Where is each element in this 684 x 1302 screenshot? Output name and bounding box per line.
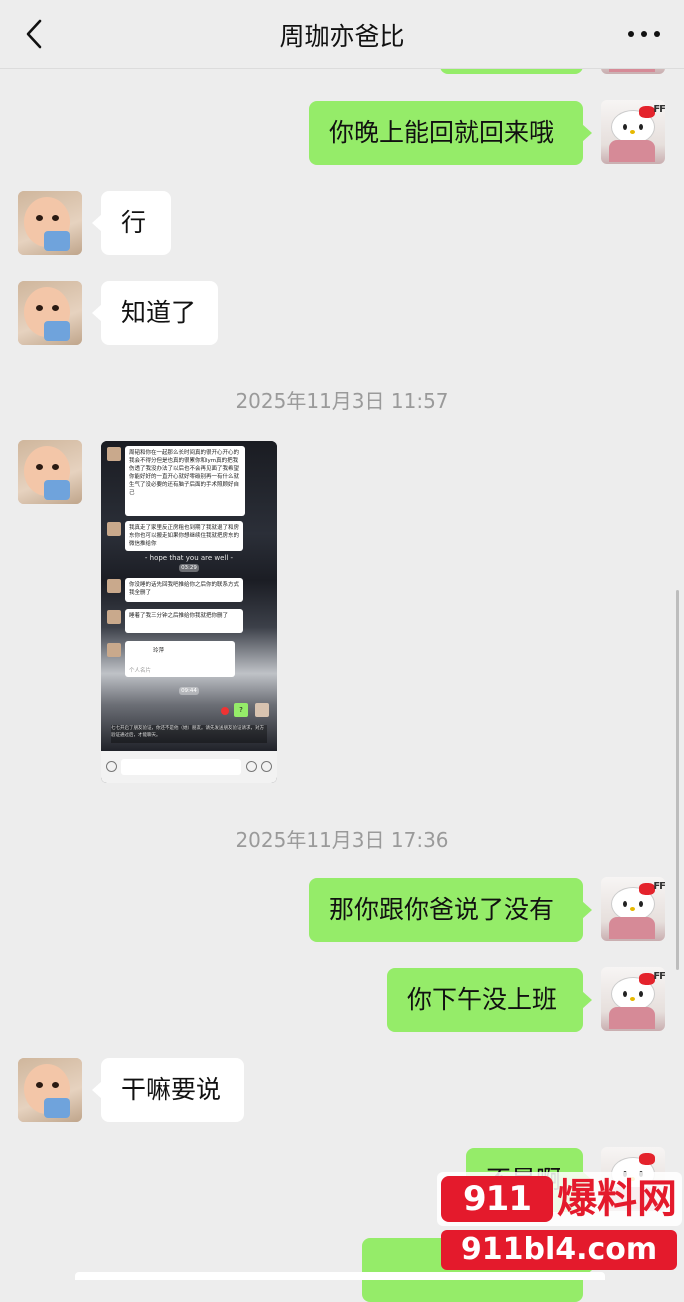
- mini-avatar: [255, 703, 269, 717]
- mini-avatar: [107, 522, 121, 536]
- video-duration: 03:29: [179, 564, 199, 572]
- message-bubble-sent[interactable]: 你下午没上班: [387, 968, 592, 1032]
- plus-icon: [261, 761, 272, 772]
- message-text: 你晚上能回就回来哦: [329, 118, 555, 147]
- message-text: 行: [121, 208, 147, 237]
- system-notice: 七七开启了朋友验证，你还不是他（她）朋友。请先发送朋友验证请求，对方验证通过后，…: [111, 725, 267, 743]
- mini-input-field: [121, 759, 241, 775]
- chat-header: 周珈亦爸比: [0, 0, 684, 69]
- watermark-top: 911 爆料网: [437, 1172, 682, 1226]
- watermark-text: 爆料网: [557, 1176, 677, 1222]
- message-bubble-received[interactable]: 干嘛要说: [92, 1058, 244, 1122]
- emoji-icon: [246, 761, 257, 772]
- mini-message: 我真走了家里反正房租也到期了我就退了和房东你也可以搬走如果你想继续住我就把房东的…: [125, 521, 243, 551]
- more-button[interactable]: [624, 20, 664, 48]
- error-icon: [221, 707, 229, 715]
- message-bubble-sent[interactable]: 那你跟你爸说了没有: [309, 878, 592, 942]
- message-bubble-sent[interactable]: 你晚上能回就回来哦: [309, 101, 592, 165]
- mini-message: 睡着了我三分钟之后推给你我就把你删了: [125, 609, 243, 633]
- contact-avatar[interactable]: [18, 1058, 82, 1122]
- my-avatar[interactable]: FF: [601, 100, 665, 164]
- voice-icon: [106, 761, 117, 772]
- message-text: 干嘛要说: [121, 1075, 222, 1104]
- mini-contact-card: 玲萍 个人名片: [125, 641, 235, 677]
- card-sub: 个人名片: [129, 668, 152, 674]
- watermark-logo: 911 爆料网 911bl4.com: [437, 1172, 682, 1272]
- my-avatar[interactable]: FF: [601, 967, 665, 1031]
- watermark-badge: 911: [441, 1176, 553, 1222]
- video-caption: - hope that you are well -: [144, 554, 234, 562]
- input-bar-edge: [75, 1272, 605, 1280]
- timestamp: 2025年11月3日 17:36: [235, 828, 449, 852]
- contact-avatar[interactable]: [18, 440, 82, 504]
- mini-avatar: [107, 643, 121, 657]
- mini-reply: ?: [234, 703, 248, 717]
- mini-avatar: [107, 447, 121, 461]
- message-text: 知道了: [121, 298, 197, 327]
- scrollbar[interactable]: [676, 590, 679, 970]
- message-text: 你下午没上班: [407, 985, 558, 1014]
- timestamp: 2025年11月3日 11:57: [235, 389, 449, 413]
- my-avatar[interactable]: FF: [601, 877, 665, 941]
- message-bubble-received[interactable]: 知道了: [92, 281, 218, 345]
- contact-avatar[interactable]: [18, 191, 82, 255]
- mini-avatar: [107, 579, 121, 593]
- message-text: 那你跟你爸说了没有: [329, 895, 555, 924]
- watermark-url: 911bl4.com: [441, 1230, 677, 1270]
- mini-avatar: [107, 610, 121, 624]
- mini-message: 周韬和你在一起那么长时间真的很开心开心的我会不得分但是也真的很累你和lym真的把…: [125, 446, 245, 516]
- screenshot-image-message[interactable]: 周韬和你在一起那么长时间真的很开心开心的我会不得分但是也真的很累你和lym真的把…: [101, 441, 277, 783]
- chat-title: 周珈亦爸比: [279, 22, 405, 51]
- mini-input-bar: [101, 751, 277, 783]
- contact-avatar[interactable]: [18, 281, 82, 345]
- video-duration: 09:44: [179, 687, 199, 695]
- card-name: 玲萍: [153, 648, 165, 654]
- message-bubble-received[interactable]: 行: [92, 191, 171, 255]
- mini-message: 你没睡的话先回我吧推给你之后你的联系方式我全删了: [125, 578, 243, 602]
